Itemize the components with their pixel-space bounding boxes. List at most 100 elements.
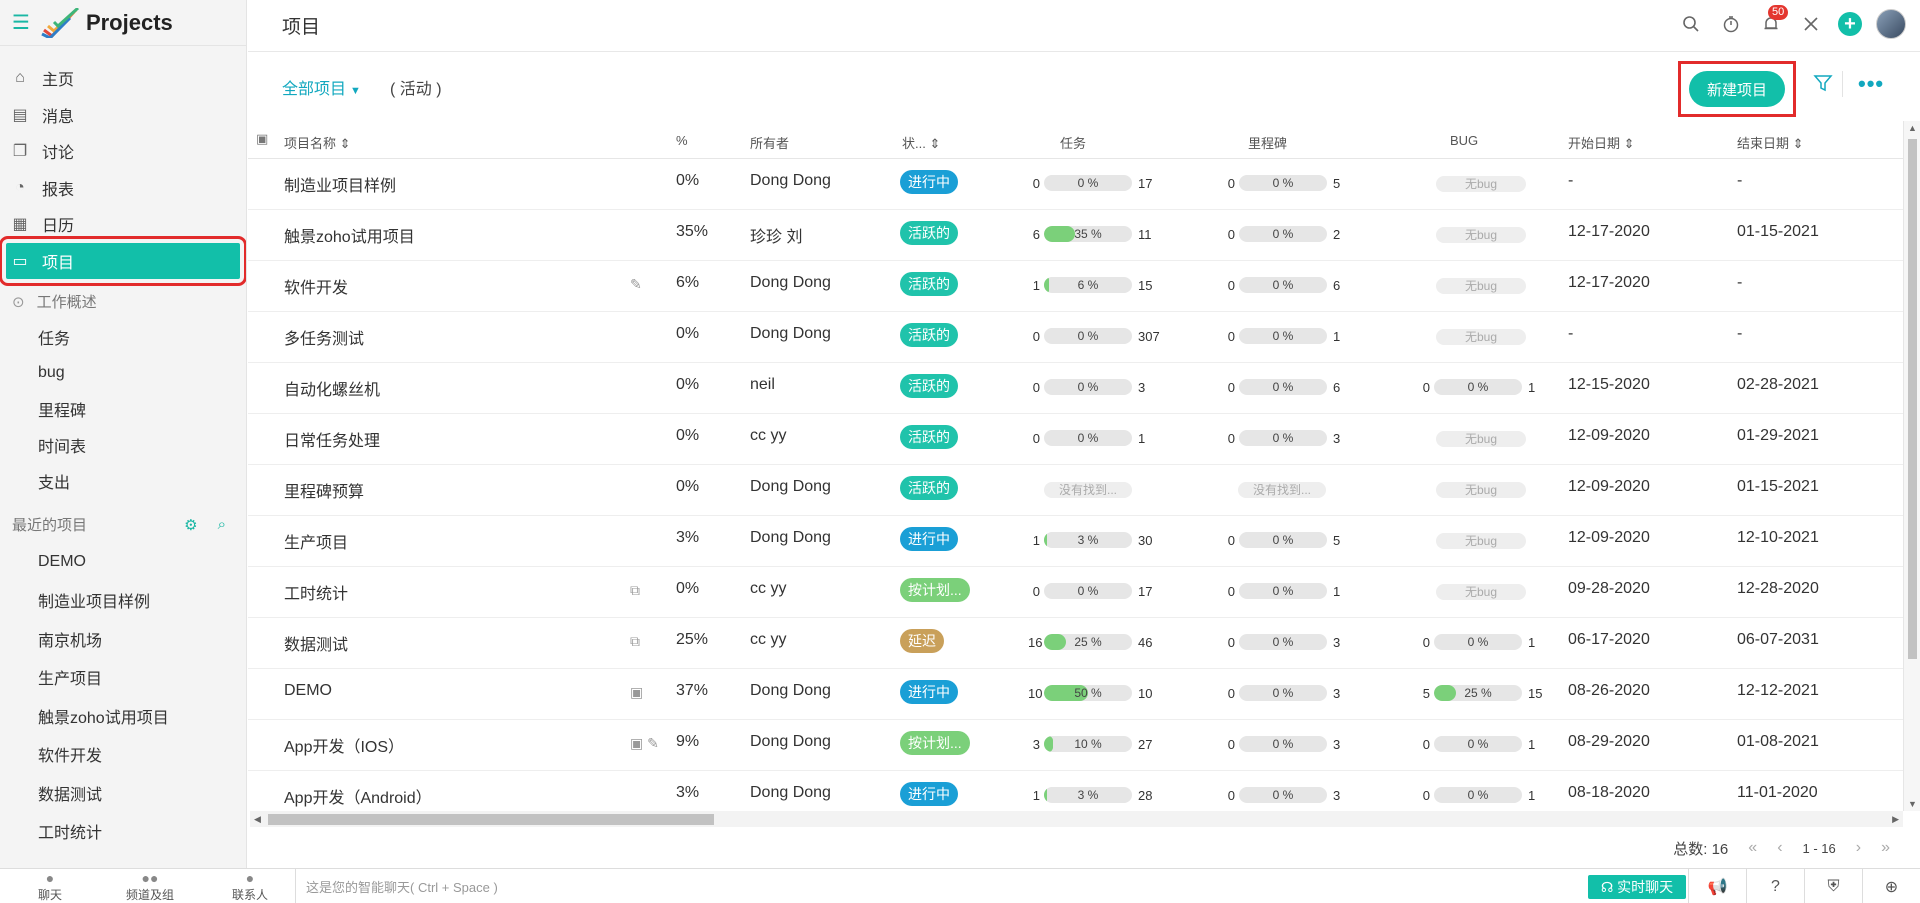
- status-badge[interactable]: 活跃的: [900, 476, 958, 500]
- status-badge[interactable]: 活跃的: [900, 425, 958, 449]
- scroll-down-icon[interactable]: ▼: [1908, 799, 1917, 809]
- row-action-icon[interactable]: ▣: [630, 684, 643, 701]
- timer-icon[interactable]: [1718, 11, 1744, 37]
- live-chat-button[interactable]: ☊ 实时聊天: [1588, 875, 1686, 899]
- search-icon[interactable]: [1678, 11, 1704, 37]
- table-row[interactable]: 日常任务处理 0% cc yy 活跃的 0 0 % 1 0 0 % 3 无bug 12-09-2020…: [248, 414, 1903, 465]
- status-badge[interactable]: 活跃的: [900, 272, 958, 296]
- last-page-icon[interactable]: »: [1881, 839, 1890, 857]
- table-row[interactable]: 触景zoho试用项目 35% 珍珍 刘 活跃的 6 35 % 11 0 0 % 2 无bug 12-1…: [248, 210, 1903, 261]
- shield-icon[interactable]: ⛨: [1804, 869, 1862, 903]
- recent-project-item[interactable]: 制造业项目样例: [0, 581, 246, 620]
- status-badge[interactable]: 活跃的: [900, 374, 958, 398]
- table-row[interactable]: 软件开发 ✎ 6% Dong Dong 活跃的 1 6 % 15 0 0 % 6 无bug 12-17-…: [248, 261, 1903, 312]
- all-projects-dropdown[interactable]: 全部项目 ▼: [282, 75, 361, 99]
- vertical-scrollbar[interactable]: ▲ ▼: [1903, 121, 1920, 811]
- vertical-scroll-thumb[interactable]: [1908, 139, 1917, 659]
- col-owner[interactable]: 所有者: [750, 133, 789, 152]
- project-name-link[interactable]: 工时统计: [284, 580, 348, 604]
- contacts-tab[interactable]: ● 联系人: [200, 870, 300, 903]
- horizontal-scrollbar[interactable]: ◀ ▶: [250, 811, 1903, 827]
- recent-project-item[interactable]: 软件开发: [0, 735, 246, 774]
- new-project-button[interactable]: 新建项目: [1689, 71, 1785, 107]
- nav-calendar[interactable]: ▦ 日历: [0, 206, 246, 242]
- table-row[interactable]: 工时统计 ⧉ 0% cc yy 按计划... 0 0 % 17 0 0 % 1 无bug 09-28-2…: [248, 567, 1903, 618]
- recent-project-item[interactable]: DEMO: [0, 543, 246, 582]
- smart-chat-input[interactable]: 这是您的智能聊天( Ctrl + Space ): [295, 869, 1585, 903]
- scroll-up-icon[interactable]: ▲: [1908, 123, 1917, 133]
- scroll-left-icon[interactable]: ◀: [254, 814, 261, 825]
- table-row[interactable]: 生产项目 3% Dong Dong 进行中 1 3 % 30 0 0 % 5 无bug 12-09-2…: [248, 516, 1903, 567]
- recent-project-item[interactable]: 南京机场: [0, 620, 246, 659]
- notification-bell-icon[interactable]: 50: [1758, 5, 1789, 37]
- row-action-icon[interactable]: ⧉: [630, 633, 640, 650]
- overview-item-tasks[interactable]: 任务: [0, 319, 246, 355]
- column-settings-icon[interactable]: ▣: [256, 131, 268, 147]
- status-badge[interactable]: 进行中: [900, 680, 958, 704]
- col-milestones[interactable]: 里程碑: [1248, 133, 1287, 152]
- project-name-link[interactable]: 触景zoho试用项目: [284, 223, 415, 247]
- tools-icon[interactable]: [1798, 11, 1824, 37]
- col-tasks[interactable]: 任务: [1060, 133, 1086, 152]
- overview-header[interactable]: ⊙ 工作概述: [0, 285, 246, 319]
- col-start[interactable]: 开始日期 ⇕: [1568, 133, 1635, 152]
- prev-page-icon[interactable]: ‹: [1777, 839, 1782, 857]
- project-name-link[interactable]: App开发（Android）: [284, 784, 432, 808]
- status-badge[interactable]: 活跃的: [900, 221, 958, 245]
- project-name-link[interactable]: 生产项目: [284, 529, 348, 553]
- project-name-link[interactable]: 日常任务处理: [284, 427, 380, 451]
- project-name-link[interactable]: DEMO: [284, 682, 332, 700]
- table-row[interactable]: 多任务测试 0% Dong Dong 活跃的 0 0 % 307 0 0 % 1 无bug - -: [248, 312, 1903, 363]
- avatar[interactable]: [1876, 9, 1906, 39]
- recent-project-item[interactable]: 工时统计: [0, 812, 246, 851]
- next-page-icon[interactable]: ›: [1856, 839, 1861, 857]
- status-badge[interactable]: 按计划...: [900, 731, 970, 755]
- help-icon[interactable]: ?: [1746, 869, 1804, 903]
- hamburger-menu-icon[interactable]: ☰: [12, 10, 30, 35]
- recent-project-item[interactable]: 生产项目: [0, 658, 246, 697]
- table-row[interactable]: App开发（Android） 3% Dong Dong 进行中 1 3 % 28 0 0 % 3 0…: [248, 771, 1903, 811]
- project-name-link[interactable]: 多任务测试: [284, 325, 364, 349]
- table-row[interactable]: 数据测试 ⧉ 25% cc yy 延迟 16 25 % 46 0 0 % 3 0 0 % 1 06-17-2…: [248, 618, 1903, 669]
- status-badge[interactable]: 进行中: [900, 782, 958, 806]
- more-options-icon[interactable]: •••: [1858, 71, 1884, 97]
- table-row[interactable]: 自动化螺丝机 0% neil 活跃的 0 0 % 3 0 0 % 6 0 0 % 1 12-15-2020…: [248, 363, 1903, 414]
- col-bug[interactable]: BUG: [1450, 133, 1478, 148]
- col-name[interactable]: 项目名称 ⇕: [284, 133, 351, 152]
- project-name-link[interactable]: 软件开发: [284, 274, 348, 298]
- overview-item-bug[interactable]: bug: [0, 355, 246, 391]
- search-icon[interactable]: ⌕: [218, 516, 226, 534]
- add-icon[interactable]: +: [1838, 12, 1862, 36]
- table-row[interactable]: DEMO ▣ 37% Dong Dong 进行中 10 50 % 10 0 0 % 3 5 25 % 15…: [248, 669, 1903, 720]
- status-badge[interactable]: 进行中: [900, 527, 958, 551]
- row-action-icon[interactable]: ✎: [630, 276, 642, 293]
- zoom-icon[interactable]: ⊕: [1862, 869, 1920, 903]
- scroll-right-icon[interactable]: ▶: [1892, 814, 1899, 825]
- settings-sliders-icon[interactable]: ⚙: [184, 516, 197, 534]
- project-name-link[interactable]: 制造业项目样例: [284, 172, 396, 196]
- nav-projects[interactable]: ▭ 项目: [0, 235, 246, 286]
- table-row[interactable]: 制造业项目样例 0% Dong Dong 进行中 0 0 % 17 0 0 % 5 无bug - -: [248, 159, 1903, 210]
- row-action-icon[interactable]: ⧉: [630, 582, 640, 599]
- row-action-icon[interactable]: ▣ ✎: [630, 735, 659, 752]
- col-pct[interactable]: %: [676, 133, 688, 148]
- recent-project-item[interactable]: 触景zoho试用项目: [0, 697, 246, 736]
- nav-discuss[interactable]: ❐ 讨论: [0, 133, 246, 169]
- announcement-icon[interactable]: 📢: [1688, 869, 1746, 903]
- horizontal-scroll-thumb[interactable]: [268, 814, 714, 825]
- status-badge[interactable]: 进行中: [900, 170, 958, 194]
- overview-item-milestones[interactable]: 里程碑: [0, 391, 246, 427]
- col-end[interactable]: 结束日期 ⇕: [1737, 133, 1804, 152]
- status-badge[interactable]: 按计划...: [900, 578, 970, 602]
- filter-icon[interactable]: [1813, 73, 1833, 97]
- project-name-link[interactable]: 里程碑预算: [284, 478, 364, 502]
- nav-reports[interactable]: ◔ 报表: [0, 170, 246, 206]
- col-status[interactable]: 状... ⇕: [902, 133, 940, 152]
- channels-tab[interactable]: ●● 频道及组: [100, 870, 200, 903]
- overview-item-expenses[interactable]: 支出: [0, 463, 246, 499]
- overview-item-timesheet[interactable]: 时间表: [0, 427, 246, 463]
- chat-tab[interactable]: ● 聊天: [0, 870, 100, 903]
- recent-project-item[interactable]: 数据测试: [0, 774, 246, 813]
- nav-messages[interactable]: ▤ 消息: [0, 97, 246, 133]
- status-badge[interactable]: 延迟: [900, 629, 944, 653]
